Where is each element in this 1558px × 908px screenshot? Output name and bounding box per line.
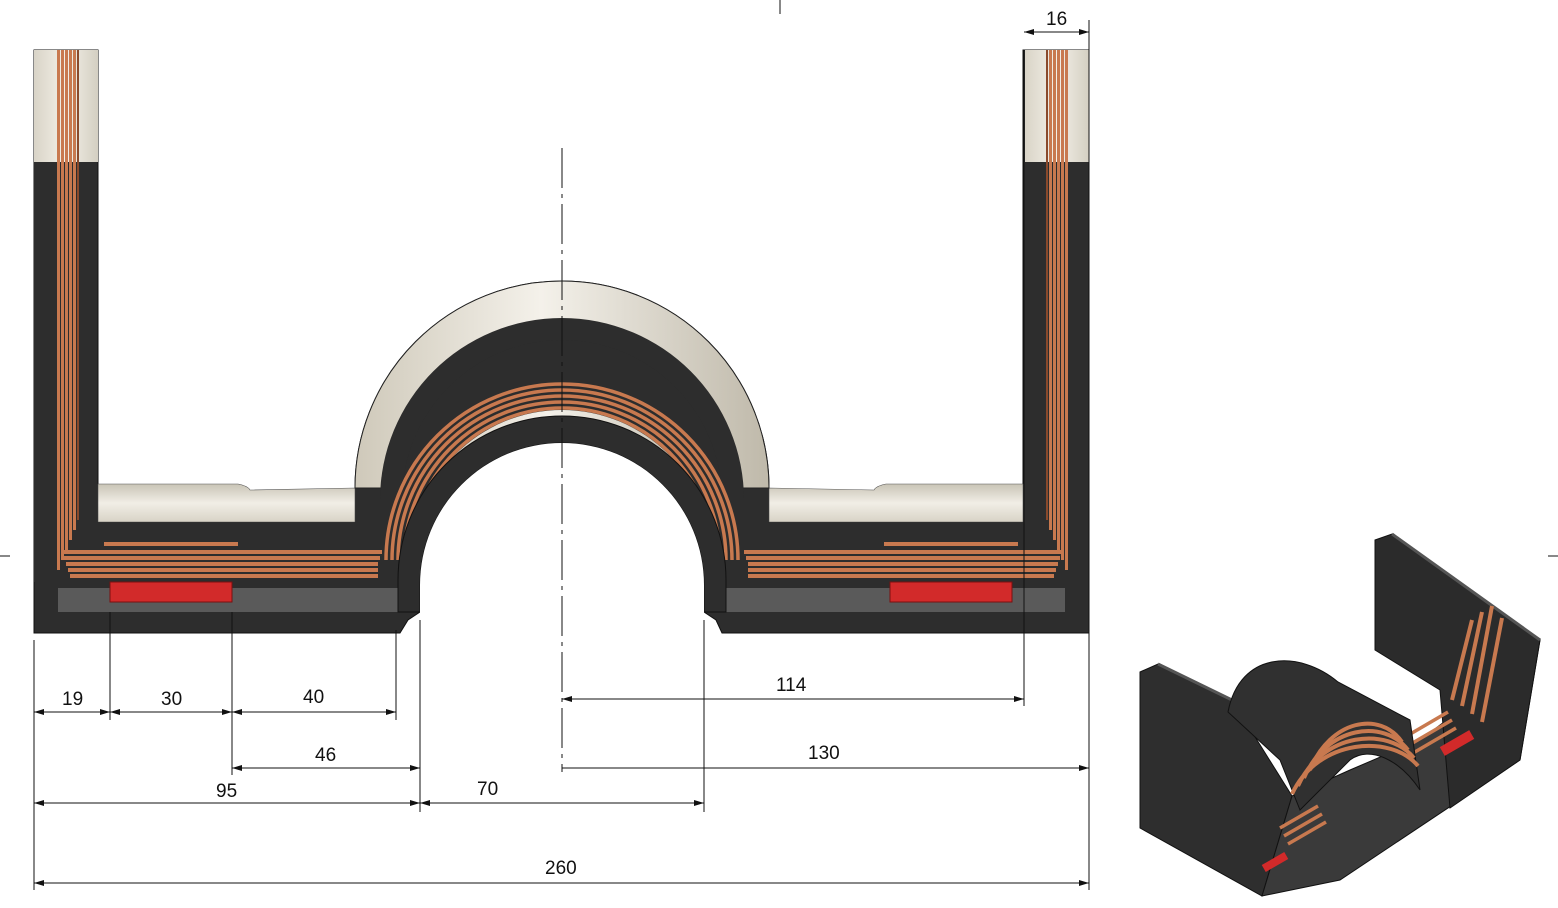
frame-center-marks: [0, 0, 1558, 557]
dim-70: 70: [477, 779, 498, 800]
dim-95: 95: [216, 781, 237, 802]
dim-130: 130: [808, 743, 840, 764]
dim-260: 260: [545, 858, 577, 879]
dim-46: 46: [315, 745, 336, 766]
left-floor-shelf: [97, 483, 356, 523]
right-heater-strip: [889, 581, 1013, 603]
dim-30: 30: [161, 689, 182, 710]
dim-40: 40: [303, 687, 324, 708]
technical-drawing: 16 19 30 40 46 95 70 114 130 260: [0, 0, 1558, 897]
dim-114: 114: [776, 675, 807, 696]
cross-section: [33, 49, 1090, 772]
dim-19: 19: [62, 689, 83, 710]
right-floor-shelf: [768, 483, 1024, 523]
dim-16: 16: [1046, 9, 1067, 30]
isometric-view: [1139, 532, 1541, 897]
left-heater-strip: [109, 581, 233, 603]
